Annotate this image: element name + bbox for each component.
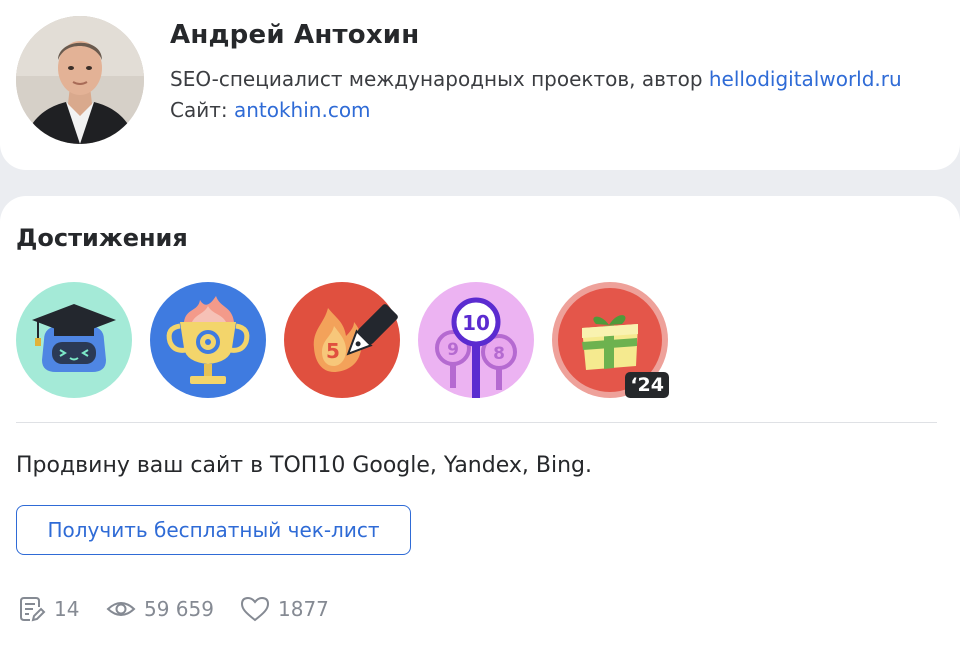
author-name[interactable]: Андрей Антохин xyxy=(170,20,419,50)
achievement-badge-fire-pen[interactable]: 5 xyxy=(284,282,400,398)
free-checklist-button[interactable]: Получить бесплатный чек-лист xyxy=(16,505,411,555)
svg-text:5: 5 xyxy=(326,339,340,363)
svg-text:9: 9 xyxy=(447,340,459,360)
author-bio-text: SEO-специалист международных проектов, а… xyxy=(170,67,709,91)
likes-count[interactable]: 1877 xyxy=(240,594,329,624)
svg-text:10: 10 xyxy=(462,311,490,335)
author-site-label: Сайт: xyxy=(170,98,234,122)
likes-count-value: 1877 xyxy=(278,597,329,621)
achievement-badge-gift[interactable]: ‘24 xyxy=(552,282,669,398)
heart-icon xyxy=(240,596,270,622)
achievements-card: Достижения 5 9 8 10 ‘24 Продвину ваш сай… xyxy=(0,196,960,650)
divider xyxy=(16,422,937,423)
articles-count-value: 14 xyxy=(54,597,80,621)
badge-year-label: ‘24 xyxy=(625,372,669,398)
articles-icon xyxy=(20,597,46,622)
trophy-icon xyxy=(150,282,266,398)
author-stats: 14 59 659 1877 xyxy=(18,594,418,624)
svg-text:8: 8 xyxy=(493,344,505,364)
articles-count[interactable]: 14 xyxy=(18,594,79,624)
author-bio-link[interactable]: hellodigitalworld.ru xyxy=(709,67,902,91)
achievement-badge-rating[interactable]: 9 8 10 xyxy=(418,282,534,398)
achievement-badge-graduation[interactable] xyxy=(16,282,132,398)
author-bio: SEO-специалист международных проектов, а… xyxy=(170,67,902,91)
achievements-title: Достижения xyxy=(16,224,188,252)
views-count-value: 59 659 xyxy=(144,597,214,621)
views-count[interactable]: 59 659 xyxy=(106,594,214,624)
eye-icon xyxy=(106,602,136,616)
author-card: Андрей Антохин SEO-специалист международ… xyxy=(0,0,960,170)
achievement-badge-trophy[interactable] xyxy=(150,282,266,398)
graduation-robot-icon xyxy=(16,282,132,398)
avatar[interactable] xyxy=(16,16,144,144)
author-site-link[interactable]: antokhin.com xyxy=(234,98,371,122)
author-site: Сайт: antokhin.com xyxy=(170,98,371,122)
fire-pen-icon: 5 xyxy=(284,282,400,398)
about-text: Продвину ваш сайт в ТОП10 Google, Yandex… xyxy=(16,453,592,478)
achievement-badges: 5 9 8 10 ‘24 xyxy=(16,282,676,400)
rating-signs-icon: 9 8 10 xyxy=(418,282,534,398)
